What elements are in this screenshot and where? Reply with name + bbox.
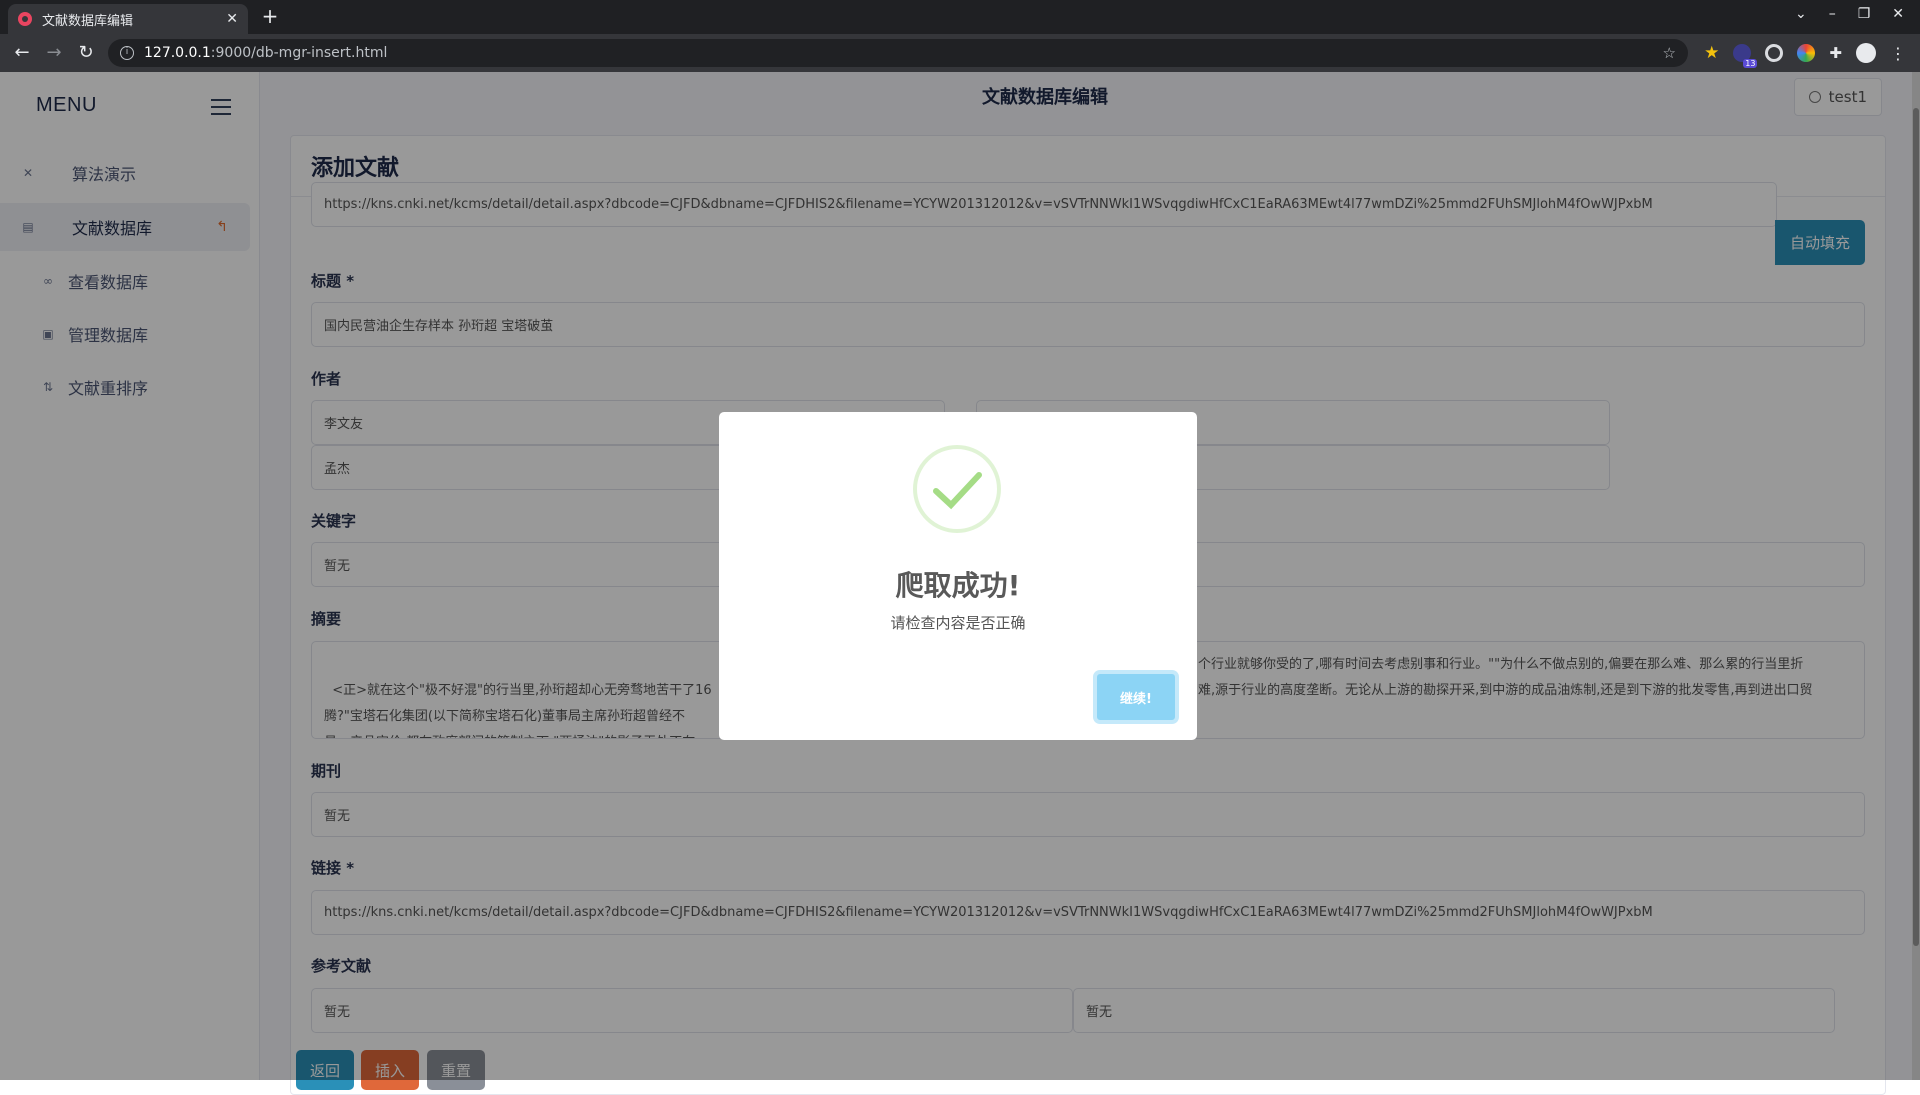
record-extension-icon[interactable] bbox=[1765, 44, 1784, 62]
colorful-extension-icon[interactable] bbox=[1797, 44, 1816, 62]
puzzle-extensions-icon[interactable]: ✚ bbox=[1829, 44, 1842, 62]
tab-close-icon[interactable]: ✕ bbox=[226, 11, 238, 27]
browser-tab[interactable]: 文献数据库编辑 ✕ bbox=[8, 4, 248, 34]
tab-search-icon[interactable]: ⌄ bbox=[1795, 6, 1807, 22]
url-path: :9000/db-mgr-insert.html bbox=[210, 45, 388, 61]
extensions-area: ★ 13 ✚ ⋮ bbox=[1704, 43, 1906, 68]
window-controls: ⌄ – ❐ ✕ bbox=[1795, 6, 1904, 22]
extension-badge-icon[interactable]: 13 bbox=[1733, 44, 1758, 68]
dialog-message: 请检查内容是否正确 bbox=[890, 614, 1026, 632]
reload-icon[interactable]: ↻ bbox=[74, 42, 98, 63]
browser-tabbar: 文献数据库编辑 ✕ + ⌄ – ❐ ✕ bbox=[0, 0, 1920, 34]
back-arrow-icon[interactable]: ← bbox=[10, 42, 34, 63]
continue-button[interactable]: 继续! bbox=[1095, 672, 1177, 722]
dialog-title: 爬取成功! bbox=[895, 569, 1021, 602]
browser-menu-icon[interactable]: ⋮ bbox=[1890, 44, 1906, 63]
restore-icon[interactable]: ❐ bbox=[1858, 6, 1871, 22]
browser-toolbar: ← → ↻ i 127.0.0.1 :9000/db-mgr-insert.ht… bbox=[0, 34, 1920, 72]
site-info-icon[interactable]: i bbox=[120, 46, 134, 60]
tab-title: 文献数据库编辑 bbox=[42, 13, 134, 29]
success-check-icon bbox=[913, 445, 1001, 533]
address-bar[interactable]: i 127.0.0.1 :9000/db-mgr-insert.html ☆ bbox=[108, 39, 1688, 67]
forward-arrow-icon[interactable]: → bbox=[42, 42, 66, 63]
url-host: 127.0.0.1 bbox=[144, 45, 211, 61]
bookmark-star-icon[interactable]: ☆ bbox=[1663, 44, 1676, 62]
site-favicon-icon bbox=[18, 12, 32, 26]
close-window-icon[interactable]: ✕ bbox=[1892, 6, 1904, 22]
bookmark-extension-icon[interactable]: ★ bbox=[1704, 43, 1719, 63]
success-dialog: 爬取成功! 请检查内容是否正确 继续! bbox=[719, 412, 1197, 740]
new-tab-button[interactable]: + bbox=[258, 4, 282, 30]
minimize-icon[interactable]: – bbox=[1829, 6, 1836, 22]
profile-avatar-icon[interactable] bbox=[1856, 43, 1876, 63]
extension-badge-count: 13 bbox=[1743, 59, 1758, 68]
